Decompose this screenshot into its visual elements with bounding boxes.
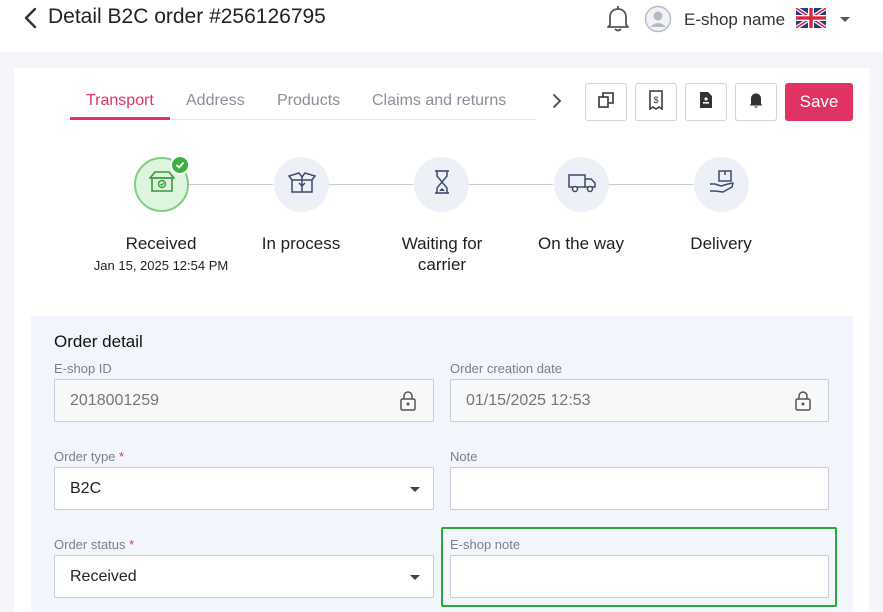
box-received-icon [147,170,176,199]
eshop-id-field: 2018001259 [54,379,434,422]
notification-button[interactable] [735,83,777,121]
order-type-label: Order type * [54,449,125,464]
copy-icon [597,91,615,114]
step-connector [609,184,693,185]
tab-bar: Transport Address Products Claims and re… [70,84,536,120]
eshop-note-highlight [441,527,837,607]
document-button[interactable] [685,83,727,121]
checkmark-icon [170,155,190,175]
eshop-name[interactable]: E-shop name [684,10,785,30]
tab-claims-and-returns[interactable]: Claims and returns [372,92,506,110]
document-icon [698,91,714,114]
box-open-icon [287,169,317,200]
invoice-button[interactable]: $ [635,83,677,121]
hand-package-icon [708,169,736,200]
step-label-waiting-for-carrier: Waiting for carrier [401,234,483,274]
step-on-the-way [554,157,609,212]
user-avatar-icon[interactable] [644,5,672,33]
creation-date-value: 01/15/2025 12:53 [466,391,591,409]
order-status-value: Received [70,567,137,585]
step-label-delivery: Delivery [690,234,752,253]
order-status-label: Order status * [54,537,135,552]
bell-icon[interactable] [604,4,632,34]
order-type-select[interactable]: B2C [54,467,434,510]
invoice-icon: $ [647,89,665,115]
step-in-process [274,157,329,212]
chevron-right-icon[interactable] [550,92,564,110]
order-type-value: B2C [70,479,102,497]
chevron-down-icon[interactable] [838,12,852,26]
back-arrow-icon[interactable] [20,6,42,30]
uk-flag-icon[interactable] [794,6,828,30]
tab-transport[interactable]: Transport [86,92,154,110]
save-button[interactable]: Save [785,83,853,121]
step-date-received: Jan 15, 2025 12:54 PM [93,258,229,273]
page-title: Detail B2C order #256126795 [48,5,326,28]
top-header: Detail B2C order #256126795 E-shop name [0,0,883,52]
caret-down-icon [410,487,420,492]
bell-filled-icon [748,91,764,114]
lock-icon [399,391,417,411]
caret-down-icon [410,575,420,580]
order-detail-title: Order detail [54,332,143,351]
svg-text:$: $ [653,95,658,105]
step-connector [189,184,273,185]
step-label-in-process: In process [261,234,341,253]
creation-date-field: 01/15/2025 12:53 [450,379,829,422]
step-connector [329,184,413,185]
tab-address[interactable]: Address [186,92,245,110]
step-connector [469,184,553,185]
lock-icon [794,391,812,411]
eshop-id-value: 2018001259 [70,391,159,409]
active-tab-indicator [70,117,170,120]
order-status-select[interactable]: Received [54,555,434,598]
hourglass-icon [431,169,453,200]
tab-products[interactable]: Products [277,92,340,110]
step-waiting-for-carrier [414,157,469,212]
note-label: Note [450,449,478,464]
step-delivery [694,157,749,212]
truck-icon [567,171,597,198]
creation-date-label: Order creation date [450,361,563,376]
note-input[interactable] [450,467,829,510]
step-label-received: Received [125,234,197,253]
eshop-id-label: E-shop ID [54,361,112,376]
step-label-on-the-way: On the way [538,234,624,253]
copy-button[interactable] [585,83,627,121]
